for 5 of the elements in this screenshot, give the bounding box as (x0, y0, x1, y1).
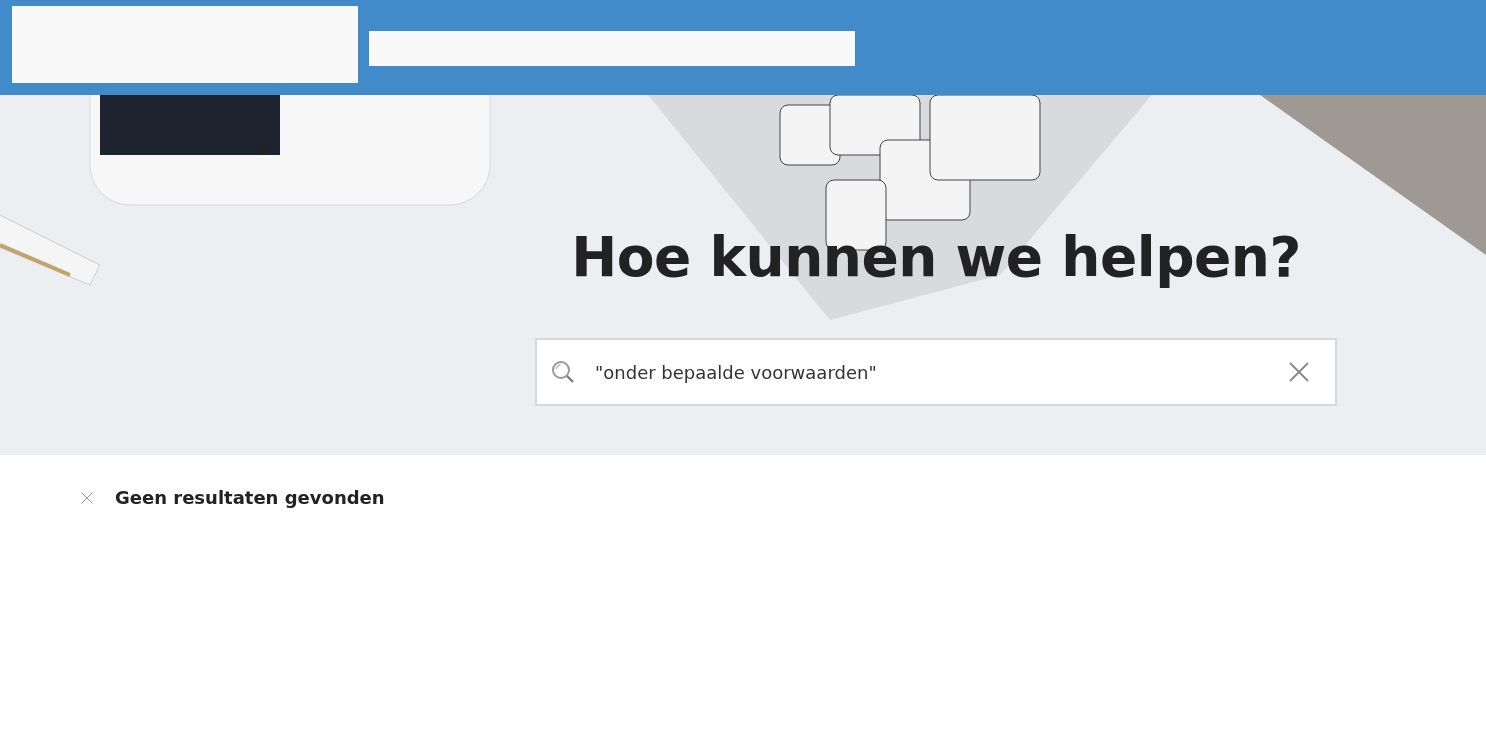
close-icon (81, 491, 93, 504)
no-results-message: Geen resultaten gevonden (115, 487, 385, 508)
clear-button[interactable] (1289, 362, 1309, 382)
page-heading: Hoe kunnen we helpen? (570, 224, 1302, 291)
search-field[interactable]: "onder bepaalde voorwaarden" (535, 338, 1337, 406)
